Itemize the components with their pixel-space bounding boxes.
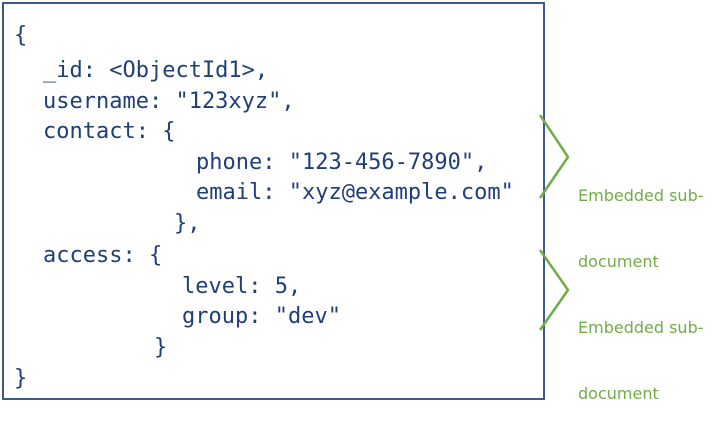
level-field: level: 5, — [182, 274, 302, 299]
access-field-close: } — [154, 335, 168, 360]
phone-field: phone: "123-456-7890", — [196, 150, 488, 175]
annotation-access-line1: Embedded sub- — [578, 318, 704, 337]
group-field: group: "dev" — [182, 304, 341, 329]
brace-markers — [538, 114, 570, 331]
contact-field-open: contact: { — [43, 119, 176, 144]
access-brace-marker — [538, 249, 570, 331]
contact-field-close: }, — [174, 211, 201, 236]
id-field: _id: <ObjectId1>, — [43, 58, 269, 83]
email-field: email: "xyz@example.com" — [196, 180, 514, 205]
username-field: username: "123xyz", — [43, 89, 295, 114]
access-field-open: access: { — [43, 243, 163, 268]
open-brace: { — [14, 23, 28, 48]
contact-brace-marker — [538, 114, 570, 199]
annotation-contact: Embedded sub- document — [578, 141, 704, 295]
annotation-contact-line2: document — [578, 252, 659, 271]
annotation-contact-line1: Embedded sub- — [578, 186, 704, 205]
close-brace: } — [14, 366, 28, 391]
annotation-access: Embedded sub- document — [578, 273, 704, 427]
annotation-access-line2: document — [578, 384, 659, 403]
